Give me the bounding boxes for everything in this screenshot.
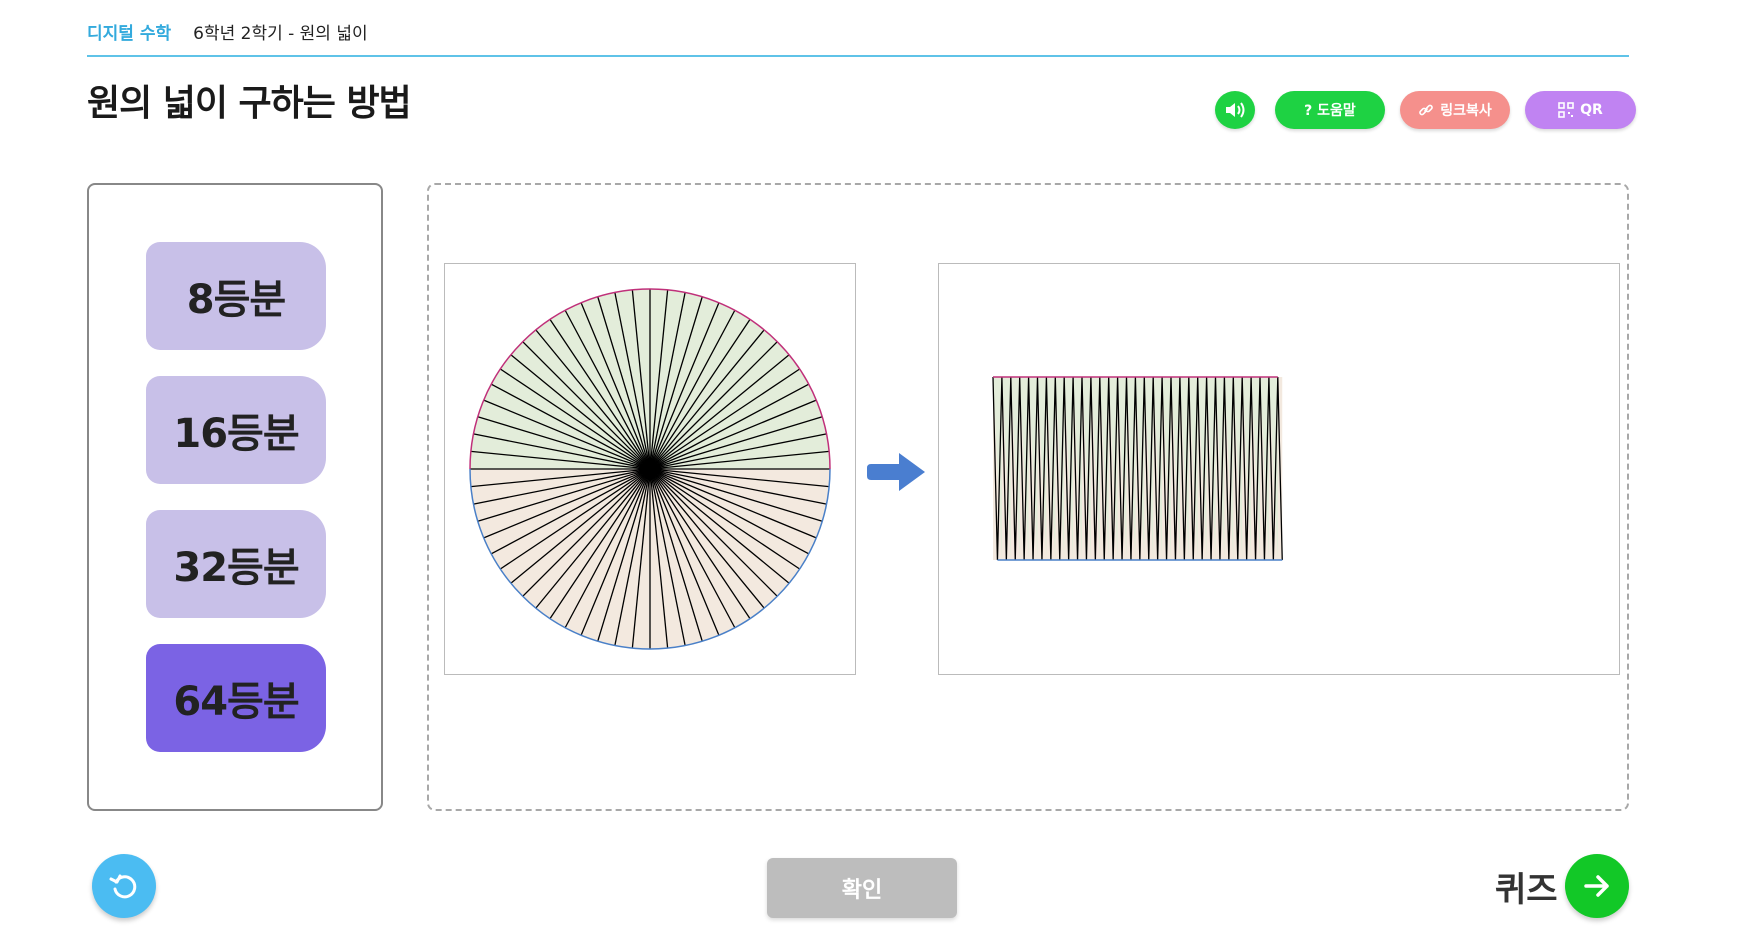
divided-circle [469,288,831,650]
quiz-label: 퀴즈 [1495,870,1558,910]
rearranged-box [938,263,1620,675]
course-label: 6학년 2학기 - 원의 넓이 [193,24,368,44]
link-icon [1419,104,1434,116]
reset-button[interactable] [92,854,156,918]
circle-box [444,263,856,675]
speaker-icon [1226,102,1245,118]
division-panel: 8등분 16등분 32등분 64등분 [87,183,383,811]
visualization-area [427,183,1629,811]
help-button[interactable]: ? 도움말 [1275,91,1385,129]
reset-icon [109,874,137,899]
breadcrumb: 디지털 수학 6학년 2학기 - 원의 넓이 [87,19,1629,57]
quiz-next-button[interactable] [1565,854,1629,918]
arrow-right-icon [1584,875,1609,897]
division-8-button[interactable]: 8등분 [146,242,326,350]
confirm-button[interactable]: 확인 [767,858,957,918]
division-64-button[interactable]: 64등분 [146,644,326,752]
link-label: 링크복사 [1440,103,1492,119]
division-16-button[interactable]: 16등분 [146,376,326,484]
help-label: ? 도움말 [1304,103,1356,119]
arrow-right-icon [867,453,925,491]
qr-label: QR [1580,102,1603,118]
qr-icon [1558,102,1574,118]
division-32-button[interactable]: 32등분 [146,510,326,618]
rearranged-parallelogram [992,376,1283,561]
brand-label: 디지털 수학 [87,24,172,44]
qr-button[interactable]: QR [1525,91,1636,129]
sound-button[interactable] [1215,91,1255,129]
copy-link-button[interactable]: 링크복사 [1400,91,1510,129]
page-title: 원의 넓이 구하는 방법 [87,83,412,124]
